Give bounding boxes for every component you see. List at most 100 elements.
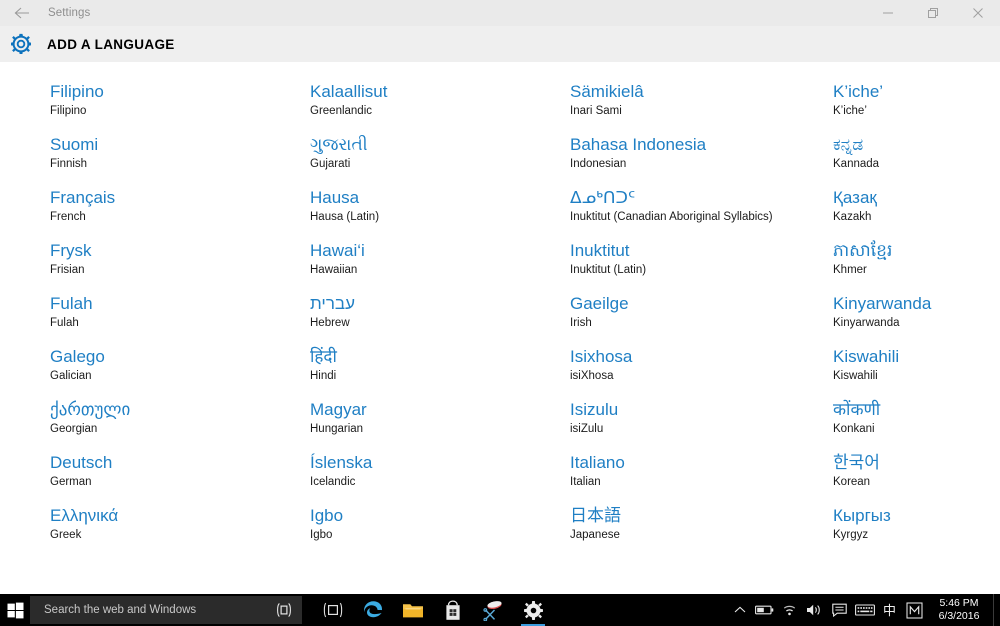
speaker-icon bbox=[806, 603, 823, 617]
show-hidden-icons-button[interactable] bbox=[727, 594, 752, 626]
maximize-button[interactable] bbox=[910, 0, 955, 26]
language-native-name: Galego bbox=[50, 347, 105, 366]
language-item[interactable]: ಕನ್ನಡ Kannada bbox=[833, 134, 1000, 187]
clock-date: 6/3/2016 bbox=[938, 610, 980, 622]
language-english-name: Irish bbox=[570, 317, 592, 329]
language-english-name: Hindi bbox=[310, 370, 337, 382]
language-item[interactable]: Bahasa Indonesia Indonesian bbox=[570, 134, 783, 187]
page-header: ADD A LANGUAGE bbox=[0, 26, 1000, 62]
language-english-name: Kinyarwanda bbox=[833, 317, 900, 329]
taskbar-item-settings[interactable] bbox=[513, 594, 553, 626]
language-item[interactable]: Frysk Frisian bbox=[50, 240, 260, 293]
language-item[interactable]: Isixhosa isiXhosa bbox=[570, 346, 783, 399]
language-native-name: Igbo bbox=[310, 506, 344, 525]
battery-button[interactable] bbox=[752, 594, 777, 626]
search-placeholder: Search the web and Windows bbox=[44, 604, 197, 616]
language-item[interactable]: हिंदी Hindi bbox=[310, 346, 520, 399]
language-native-name: Suomi bbox=[50, 135, 99, 154]
language-item[interactable]: ქართული Georgian bbox=[50, 399, 260, 452]
language-item[interactable]: Filipino Filipino bbox=[50, 81, 260, 134]
minimize-button[interactable] bbox=[865, 0, 910, 26]
taskbar-item-task-view[interactable] bbox=[313, 594, 353, 626]
touch-keyboard-button[interactable] bbox=[852, 594, 877, 626]
language-item[interactable]: कोंकणी Konkani bbox=[833, 399, 1000, 452]
language-english-name: French bbox=[50, 211, 86, 223]
window-controls bbox=[865, 0, 1000, 26]
language-item[interactable]: ភាសាខ្មែរ Khmer bbox=[833, 240, 1000, 293]
language-item[interactable]: Isizulu isiZulu bbox=[570, 399, 783, 452]
language-english-name: Khmer bbox=[833, 264, 867, 276]
minimize-icon bbox=[882, 7, 894, 19]
language-english-name: Indonesian bbox=[570, 158, 627, 170]
language-item[interactable]: Fulah Fulah bbox=[50, 293, 260, 346]
language-item[interactable]: 한국어 Korean bbox=[833, 452, 1000, 505]
action-center-button[interactable] bbox=[827, 594, 852, 626]
language-item[interactable]: Français French bbox=[50, 187, 260, 240]
show-desktop-button[interactable] bbox=[993, 594, 1000, 626]
language-item[interactable]: Gaeilge Irish bbox=[570, 293, 783, 346]
language-item[interactable]: Italiano Italian bbox=[570, 452, 783, 505]
language-native-name: ಕನ್ನಡ bbox=[833, 135, 864, 154]
language-item[interactable]: Galego Galician bbox=[50, 346, 260, 399]
taskbar-item-microsoft-edge[interactable] bbox=[353, 594, 393, 626]
network-button[interactable] bbox=[777, 594, 802, 626]
ime-mode-button[interactable]: 中 bbox=[877, 594, 902, 626]
window-title: Settings bbox=[48, 7, 91, 19]
language-item[interactable]: Sämikielâ Inari Sami bbox=[570, 81, 783, 134]
language-english-name: Igbo bbox=[310, 529, 333, 541]
language-english-name: Kyrgyz bbox=[833, 529, 869, 541]
language-item[interactable]: Қазақ Kazakh bbox=[833, 187, 1000, 240]
language-native-name: ქართული bbox=[50, 400, 131, 419]
language-item[interactable]: 日本語 Japanese bbox=[570, 505, 783, 558]
language-english-name: Icelandic bbox=[310, 476, 356, 488]
close-button[interactable] bbox=[955, 0, 1000, 26]
language-item[interactable]: Kiswahili Kiswahili bbox=[833, 346, 1000, 399]
language-native-name: 日本語 bbox=[570, 506, 621, 525]
language-item[interactable]: Deutsch German bbox=[50, 452, 260, 505]
language-english-name: Hungarian bbox=[310, 423, 364, 435]
system-tray: 中 5:46 PM 6/3/2016 bbox=[727, 594, 1000, 626]
ime-pad-button[interactable] bbox=[902, 594, 927, 626]
page-title: ADD A LANGUAGE bbox=[47, 36, 175, 52]
language-item[interactable]: Suomi Finnish bbox=[50, 134, 260, 187]
language-native-name: Inuktitut bbox=[570, 241, 630, 260]
speech-bubble-icon bbox=[832, 603, 847, 617]
language-english-name: Fulah bbox=[50, 317, 79, 329]
volume-button[interactable] bbox=[802, 594, 827, 626]
taskbar-item-snipping-tool[interactable] bbox=[473, 594, 513, 626]
language-item[interactable]: Íslenska Icelandic bbox=[310, 452, 520, 505]
language-item[interactable]: Inuktitut Inuktitut (Latin) bbox=[570, 240, 783, 293]
taskbar: Search the web and Windows 中 5:46 PM 6/3… bbox=[0, 594, 1000, 626]
language-native-name: Bahasa Indonesia bbox=[570, 135, 707, 154]
cortana-circle-icon[interactable] bbox=[275, 602, 293, 618]
language-native-name: Íslenska bbox=[310, 453, 373, 472]
wifi-icon bbox=[782, 604, 798, 617]
language-item[interactable]: Kalaallisut Greenlandic bbox=[310, 81, 520, 134]
language-item[interactable]: Ελληνικά Greek bbox=[50, 505, 260, 558]
taskbar-item-microsoft-store[interactable] bbox=[433, 594, 473, 626]
language-item[interactable]: Magyar Hungarian bbox=[310, 399, 520, 452]
taskbar-apps bbox=[313, 594, 553, 626]
language-item[interactable]: Igbo Igbo bbox=[310, 505, 520, 558]
language-item[interactable]: Кыргыз Kyrgyz bbox=[833, 505, 1000, 558]
language-native-name: Fulah bbox=[50, 294, 93, 313]
back-button[interactable] bbox=[0, 0, 44, 26]
language-english-name: Kiswahili bbox=[833, 370, 878, 382]
language-item[interactable]: ગુજરાતી Gujarati bbox=[310, 134, 520, 187]
clock[interactable]: 5:46 PM 6/3/2016 bbox=[927, 594, 991, 626]
language-native-name: Ελληνικά bbox=[50, 506, 119, 525]
language-item[interactable]: Hawai‘i Hawaiian bbox=[310, 240, 520, 293]
ime-mode-glyph: 中 bbox=[882, 602, 896, 618]
start-button[interactable] bbox=[0, 594, 30, 626]
taskbar-item-file-explorer[interactable] bbox=[393, 594, 433, 626]
language-native-name: K’iche’ bbox=[833, 82, 884, 101]
language-item[interactable]: עברית Hebrew bbox=[310, 293, 520, 346]
language-item[interactable]: K’iche’ K’iche’ bbox=[833, 81, 1000, 134]
edge-icon bbox=[362, 599, 384, 621]
language-item[interactable]: ᐃᓄᒃᑎᑐᑦ Inuktitut (Canadian Aboriginal Sy… bbox=[570, 187, 783, 240]
back-arrow-icon bbox=[14, 6, 30, 20]
language-item[interactable]: Kinyarwanda Kinyarwanda bbox=[833, 293, 1000, 346]
search-input[interactable]: Search the web and Windows bbox=[30, 596, 302, 624]
folder-icon bbox=[402, 601, 424, 620]
language-item[interactable]: Hausa Hausa (Latin) bbox=[310, 187, 520, 240]
